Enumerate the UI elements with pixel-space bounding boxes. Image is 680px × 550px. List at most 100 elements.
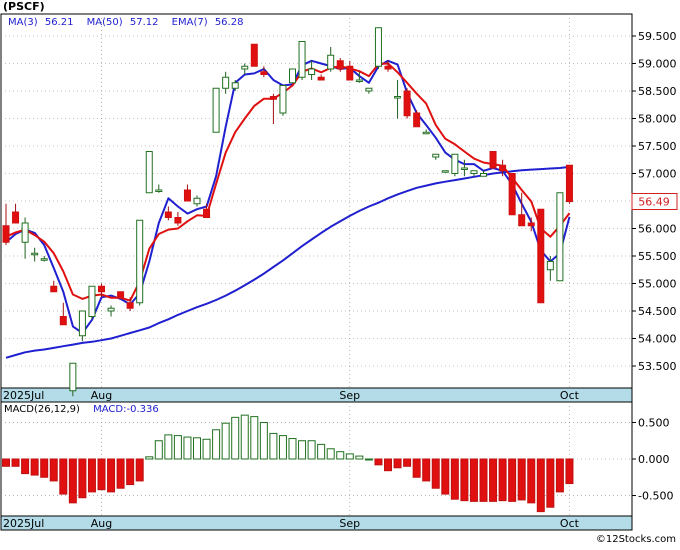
macd-bar-positive: [336, 451, 345, 460]
macd-bar-negative: [126, 458, 135, 486]
price-y-tick-label: 57.000: [638, 168, 677, 181]
macd-bar-positive: [269, 432, 278, 460]
macd-bar-negative: [450, 458, 459, 500]
candle-down: [2, 225, 10, 243]
legend-ma3-value: 56.21: [45, 17, 74, 28]
candle-down: [537, 208, 545, 304]
candle-down: [12, 211, 20, 224]
macd-bar-positive: [355, 455, 364, 460]
macd-bar-positive: [278, 435, 287, 460]
price-y-tick-label: 58.000: [638, 113, 677, 126]
macd-bar-negative: [469, 458, 478, 502]
macd-title: MACD(26,12,9): [4, 404, 80, 415]
macd-bar-negative: [78, 458, 87, 499]
price-y-tick-label: 53.500: [638, 360, 677, 373]
macd-bar-negative: [116, 458, 125, 489]
macd-bar-negative: [393, 458, 402, 469]
macd-legend: MACD(26,12,9) MACD:-0.336: [4, 404, 159, 415]
candle-down: [508, 173, 516, 216]
macd-bar-positive: [326, 448, 335, 460]
candle-up: [78, 310, 86, 337]
candle-down: [50, 285, 58, 293]
candle-up: [308, 68, 316, 75]
macd-bar-positive: [364, 458, 373, 461]
candle-up: [327, 54, 335, 70]
macd-bar-negative: [135, 458, 144, 482]
macd-bar-positive: [154, 440, 163, 460]
candle-up: [145, 151, 153, 194]
macd-bar-negative: [498, 458, 507, 502]
macd-bar-negative: [30, 458, 39, 476]
macd-bar-positive: [240, 414, 249, 460]
candle-up: [40, 258, 48, 261]
macd-x-month-label: Oct: [560, 517, 580, 530]
macd-bar-positive: [298, 440, 307, 460]
macd-bar-negative: [21, 458, 30, 475]
price-y-tick-label: 57.500: [638, 140, 677, 153]
macd-bar-negative: [441, 458, 450, 495]
macd-bar-negative: [431, 458, 440, 489]
chart-container: 53.50054.00054.50055.00055.50056.00056.5…: [0, 0, 680, 546]
chart-title: (PSCF): [3, 0, 45, 13]
candle-up: [69, 362, 77, 392]
macd-bar-negative: [517, 458, 526, 501]
legend-ema7-value: 56.28: [215, 17, 244, 28]
candle-down: [174, 217, 182, 224]
macd-bar-positive: [259, 421, 268, 460]
macd-bar-positive: [183, 436, 192, 460]
legend-ma50-value: 57.12: [130, 17, 159, 28]
candle-up: [136, 219, 144, 304]
candle-up: [422, 131, 430, 135]
macd-bar-negative: [11, 458, 20, 467]
candle-up: [374, 27, 382, 67]
macd-bar-positive: [345, 453, 354, 460]
macd-bar-positive: [193, 437, 201, 460]
macd-bar-negative: [527, 458, 536, 504]
macd-bar-negative: [489, 458, 498, 502]
price-y-tick-label: 55.000: [638, 278, 677, 291]
candle-down: [565, 164, 573, 203]
macd-bar-negative: [374, 458, 383, 466]
price-x-month-label: Aug: [91, 389, 112, 402]
candle-up: [556, 192, 564, 282]
macd-bar-positive: [212, 429, 221, 460]
macd-bar-positive: [288, 438, 297, 460]
candle-up: [298, 41, 306, 78]
macd-bar-negative: [546, 458, 555, 508]
macd-bar-negative: [384, 458, 392, 472]
legend-ma3-label: MA(3): [8, 17, 38, 28]
macd-bar-negative: [565, 458, 574, 485]
macd-bar-negative: [49, 458, 58, 482]
macd-bar-negative: [422, 458, 431, 482]
macd-bar-negative: [107, 458, 116, 493]
macd-bar-positive: [164, 434, 173, 460]
watermark: ©12Stocks.com: [596, 534, 676, 545]
candle-up: [155, 189, 163, 192]
legend-ma50-label: MA(50): [87, 17, 123, 28]
macd-y-tick-label: 0.500: [638, 416, 670, 429]
candle-up: [231, 82, 239, 89]
candle-down: [527, 222, 535, 227]
macd-bar-negative: [412, 458, 421, 478]
candle-up: [289, 68, 296, 84]
macd-bar-positive: [145, 456, 154, 460]
candle-up: [470, 170, 478, 174]
candle-down: [346, 65, 354, 81]
candle-down: [499, 164, 507, 172]
candle-up: [365, 87, 373, 92]
macd-bar-negative: [40, 458, 49, 478]
candle-up: [441, 170, 449, 173]
macd-bar-negative: [68, 458, 77, 504]
candle-down: [413, 112, 421, 128]
price-y-tick-label: 56.000: [638, 223, 677, 236]
price-x-month-label: 2025Jul: [3, 389, 44, 402]
candle-down: [250, 43, 258, 67]
macd-y-tick-label: -0.500: [638, 490, 673, 503]
macd-bar-negative: [2, 458, 10, 467]
candle-up: [279, 85, 287, 114]
macd-bar-positive: [202, 438, 211, 460]
candle-down: [260, 71, 268, 75]
candle-down: [489, 151, 497, 169]
candle-up: [480, 173, 487, 177]
macd-bar-negative: [479, 458, 488, 502]
